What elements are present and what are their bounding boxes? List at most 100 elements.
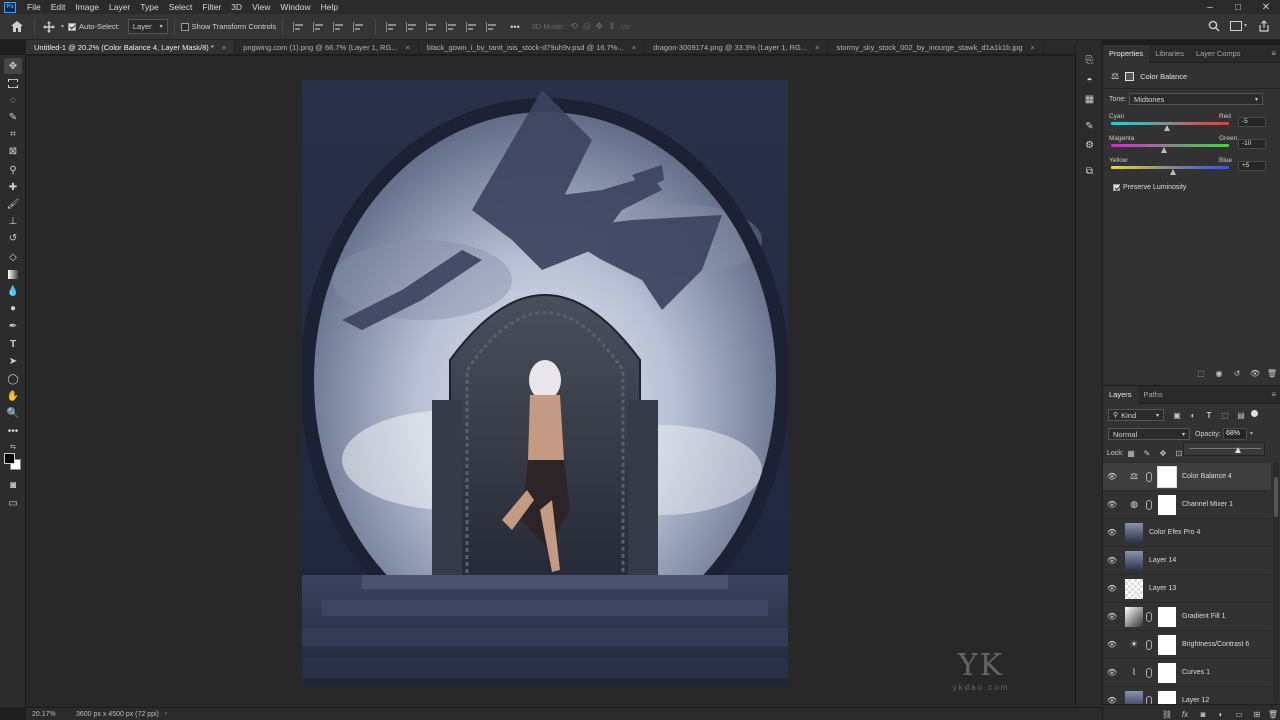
- visibility-eye-icon[interactable]: 👁: [1103, 528, 1121, 537]
- scrollbar-thumb[interactable]: [1274, 477, 1278, 517]
- visibility-eye-icon[interactable]: 👁: [1103, 556, 1121, 565]
- search-icon[interactable]: [1208, 20, 1220, 34]
- tab-properties[interactable]: Properties: [1103, 44, 1150, 63]
- chevron-down-icon[interactable]: ▾: [1244, 22, 1247, 29]
- hand-tool-icon[interactable]: ✋: [4, 388, 22, 404]
- panel-menu-icon[interactable]: ≡: [1271, 390, 1276, 399]
- quick-selection-tool-icon[interactable]: ✎: [4, 109, 22, 125]
- visibility-eye-icon[interactable]: 👁: [1103, 472, 1121, 481]
- layer-row[interactable]: 👁 ☀ Brightness/Contrast 6: [1103, 631, 1271, 659]
- link-layers-icon[interactable]: ⛓: [1161, 708, 1173, 720]
- layer-name[interactable]: Layer 14: [1149, 557, 1176, 564]
- link-chain-icon[interactable]: [1146, 667, 1152, 678]
- visibility-eye-icon[interactable]: 👁: [1103, 612, 1121, 621]
- link-chain-icon[interactable]: [1146, 639, 1152, 650]
- layer-mask-thumbnail[interactable]: [1158, 606, 1176, 627]
- layer-mask-thumbnail[interactable]: [1158, 494, 1176, 515]
- type-tool-icon[interactable]: T: [4, 336, 22, 352]
- maximize-button[interactable]: □: [1224, 0, 1252, 14]
- filter-type-icon[interactable]: T: [1203, 409, 1215, 421]
- layer-row[interactable]: 👁 Layer 14: [1103, 547, 1271, 575]
- visibility-eye-icon[interactable]: 👁: [1103, 500, 1121, 509]
- swatches-icon[interactable]: ▦: [1082, 92, 1097, 106]
- menu-image[interactable]: Image: [70, 2, 104, 12]
- menu-window[interactable]: Window: [275, 2, 315, 12]
- layer-mask-thumbnail[interactable]: [1158, 634, 1176, 655]
- lock-pixels-icon[interactable]: ✎: [1141, 447, 1153, 459]
- menu-3d[interactable]: 3D: [226, 2, 247, 12]
- new-adjustment-icon[interactable]: ◐: [1215, 708, 1227, 720]
- tab-paths[interactable]: Paths: [1138, 386, 1169, 404]
- link-chain-icon[interactable]: [1146, 499, 1152, 510]
- quick-mask-icon[interactable]: ◙: [4, 477, 22, 493]
- visibility-eye-icon[interactable]: 👁: [1103, 584, 1121, 593]
- slider-value-input[interactable]: -10: [1238, 139, 1266, 149]
- new-layer-icon[interactable]: ⊞: [1251, 708, 1263, 720]
- distribute-right-icon[interactable]: [426, 21, 438, 32]
- blur-tool-icon[interactable]: 💧: [4, 283, 22, 299]
- layer-name[interactable]: Curves 1: [1182, 669, 1210, 676]
- layer-row[interactable]: 👁 Layer 13: [1103, 575, 1271, 603]
- distribute-left-icon[interactable]: [386, 21, 398, 32]
- dodge-tool-icon[interactable]: ●: [4, 300, 22, 316]
- layer-mask-thumbnail[interactable]: [1157, 465, 1177, 488]
- panel-menu-icon[interactable]: ≡: [1271, 49, 1276, 58]
- tab-layer-comps[interactable]: Layer Comps: [1190, 45, 1247, 63]
- preserve-luminosity-checkbox[interactable]: [1113, 184, 1120, 191]
- layer-name[interactable]: Brightness/Contrast 6: [1182, 641, 1249, 648]
- document-tab[interactable]: black_gown_i_by_tanit_isis_stock-d79uh9v…: [419, 40, 646, 54]
- pen-tool-icon[interactable]: ✒: [4, 318, 22, 334]
- filter-kind-dropdown[interactable]: ⚲ Kind ▾: [1108, 409, 1164, 421]
- distribute-center-icon[interactable]: [406, 21, 418, 32]
- clone-stamp-tool-icon[interactable]: ⊥: [4, 213, 22, 229]
- foreground-color-swatch[interactable]: [4, 453, 15, 464]
- filter-pixel-icon[interactable]: ▣: [1171, 409, 1183, 421]
- layer-row[interactable]: 👁 ⌇ Curves 1: [1103, 659, 1271, 687]
- frame-tool-icon[interactable]: ⊠: [4, 143, 22, 159]
- view-previous-icon[interactable]: ◉: [1213, 367, 1225, 379]
- filter-toggle[interactable]: [1251, 410, 1258, 417]
- opacity-input[interactable]: 68%: [1223, 428, 1247, 440]
- brush-tool-icon[interactable]: 🖌: [4, 196, 22, 212]
- lock-transparent-icon[interactable]: ▦: [1125, 447, 1137, 459]
- reset-icon[interactable]: ↺: [1231, 367, 1243, 379]
- path-selection-tool-icon[interactable]: ➤: [4, 353, 22, 369]
- delete-layer-icon[interactable]: 🗑: [1267, 708, 1279, 720]
- layer-name[interactable]: Color Balance 4: [1182, 473, 1232, 480]
- layer-style-icon[interactable]: fx: [1179, 708, 1191, 720]
- close-tab-icon[interactable]: ×: [815, 43, 819, 52]
- crop-tool-icon[interactable]: ⌗: [4, 126, 22, 142]
- layer-row[interactable]: 👁 ◍ Channel Mixer 1: [1103, 491, 1271, 519]
- workspace-icon[interactable]: [1230, 21, 1242, 31]
- history-icon[interactable]: ⎘: [1082, 53, 1097, 67]
- history-brush-tool-icon[interactable]: ↺: [4, 230, 22, 246]
- more-tools-icon[interactable]: •••: [4, 423, 22, 439]
- minimize-button[interactable]: –: [1196, 0, 1224, 14]
- new-group-icon[interactable]: ▭: [1233, 708, 1245, 720]
- screen-mode-icon[interactable]: ▭: [4, 495, 22, 511]
- ellipse-tool-icon[interactable]: ◯: [4, 371, 22, 387]
- slider-value-input[interactable]: +5: [1238, 161, 1266, 171]
- document-tab[interactable]: Untitled-1 @ 20.2% (Color Balance 4, Lay…: [26, 40, 236, 54]
- tab-layers[interactable]: Layers: [1103, 386, 1138, 404]
- more-options-icon[interactable]: •••: [510, 22, 519, 32]
- layers-scrollbar[interactable]: [1273, 463, 1279, 703]
- close-tab-icon[interactable]: ×: [222, 43, 226, 52]
- align-right-icon[interactable]: [333, 21, 345, 32]
- menu-edit[interactable]: Edit: [46, 2, 71, 12]
- slider-value-input[interactable]: -5: [1238, 117, 1266, 127]
- color-slider-track[interactable]: [1111, 144, 1229, 147]
- menu-help[interactable]: Help: [316, 2, 343, 12]
- zoom-tool-icon[interactable]: 🔍: [4, 405, 22, 421]
- delete-icon[interactable]: 🗑: [1266, 367, 1278, 379]
- align-top-icon[interactable]: [353, 21, 365, 32]
- layer-name[interactable]: Layer 13: [1149, 585, 1176, 592]
- close-tab-icon[interactable]: ×: [632, 43, 636, 52]
- gradient-tool-icon[interactable]: [4, 266, 22, 282]
- zoom-level[interactable]: 20.17%: [32, 711, 72, 718]
- distribute-bottom-icon[interactable]: [486, 21, 498, 32]
- layer-row[interactable]: 👁 Gradient Fill 1: [1103, 603, 1271, 631]
- paragraph-icon[interactable]: ⧉: [1082, 164, 1097, 178]
- align-center-icon[interactable]: [313, 21, 325, 32]
- menu-layer[interactable]: Layer: [104, 2, 135, 12]
